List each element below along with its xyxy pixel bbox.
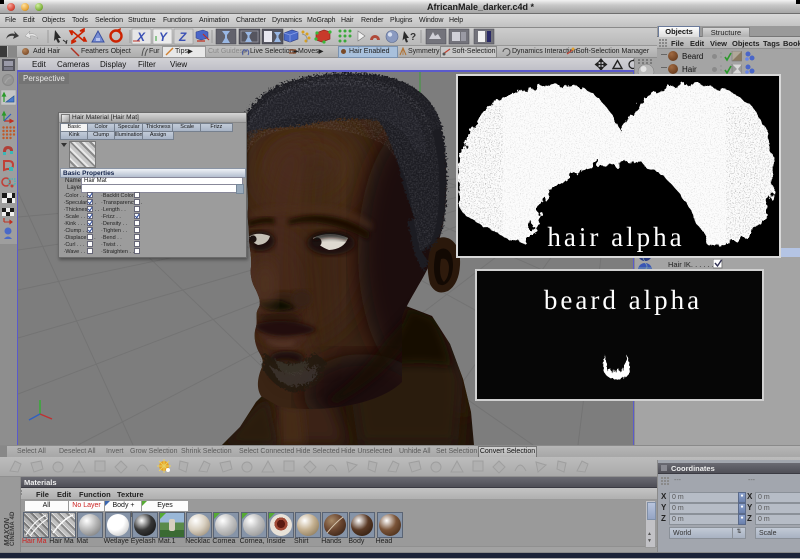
svg-text:beard alpha: beard alpha <box>544 285 702 315</box>
svg-text:hair alpha: hair alpha <box>547 222 684 252</box>
svg-text:X: X <box>136 30 146 44</box>
svg-text:Y: Y <box>159 30 168 44</box>
svg-text:?: ? <box>410 32 416 43</box>
svg-text:Z: Z <box>178 30 187 44</box>
